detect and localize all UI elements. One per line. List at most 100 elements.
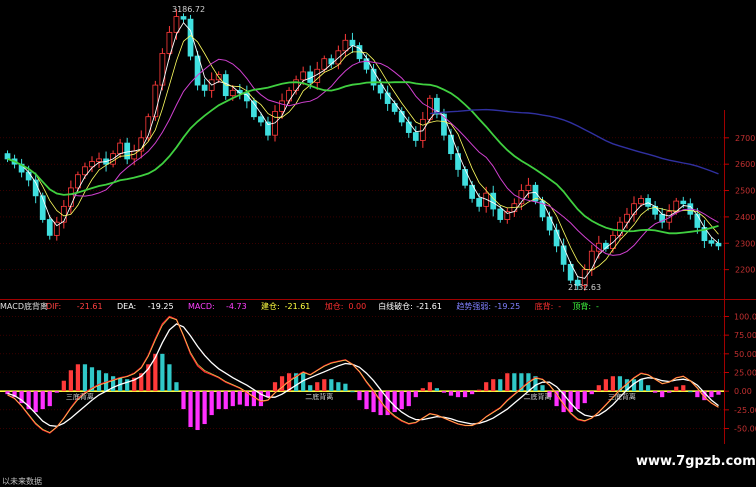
price-tick-label: 2300 xyxy=(735,239,755,248)
macd-bar xyxy=(209,391,214,416)
macd-bar xyxy=(695,391,700,398)
candle-body xyxy=(321,58,328,70)
candle-body xyxy=(25,171,32,181)
candle-body xyxy=(180,16,187,20)
legend-value: -19.25 xyxy=(148,302,174,311)
build-position-line xyxy=(7,317,719,433)
high-price-annotation: 3186.72 xyxy=(172,5,205,14)
candle-body xyxy=(631,203,637,215)
legend-value: - xyxy=(596,302,599,311)
macd-bar xyxy=(61,380,66,392)
macd-bar xyxy=(448,391,454,396)
candle-body xyxy=(342,39,349,52)
macd-bar xyxy=(505,373,510,392)
macd-legend: MACD底背离 DIF: -21.61 DEA: -19.25 MACD: -4.73 建仓… xyxy=(0,301,599,311)
macd-bar xyxy=(688,391,693,393)
candle-body xyxy=(525,184,532,191)
macd-bar xyxy=(82,364,88,392)
divergence-label: 二底背离 xyxy=(523,392,551,401)
legend-label: 趋势强弱: xyxy=(456,301,491,311)
candle-body xyxy=(638,198,644,205)
macd-bar xyxy=(47,391,52,407)
macd-bar xyxy=(167,364,172,392)
watermark: www.7gpzb.com xyxy=(636,454,756,469)
candle-body xyxy=(588,250,595,271)
candle-body xyxy=(4,153,11,160)
macd-bar xyxy=(308,385,313,392)
candle-body xyxy=(462,169,468,186)
macd-bar xyxy=(589,391,594,395)
legend-label: DIF: xyxy=(46,302,61,311)
macd-bar xyxy=(343,383,348,392)
candle-body xyxy=(117,142,124,155)
candle-body xyxy=(412,132,419,141)
macd-bar xyxy=(434,388,440,392)
macd-bar xyxy=(512,373,517,392)
macd-bar xyxy=(406,391,411,407)
legend-value: -21.61 xyxy=(416,302,442,311)
macd-bar xyxy=(603,379,608,392)
macd-panel-title: MACD底背离 xyxy=(0,301,48,311)
candle-body xyxy=(68,187,74,207)
candle-body xyxy=(349,39,356,46)
macd-bar xyxy=(216,391,221,410)
legend-value: 0.00 xyxy=(348,302,366,311)
price-tick-label: 2700 xyxy=(735,134,755,143)
macd-bar xyxy=(202,391,207,425)
macd-bar xyxy=(498,379,503,392)
macd-bar xyxy=(315,382,320,392)
macd-bar xyxy=(322,379,327,392)
candle-body xyxy=(279,100,285,112)
macd-bar xyxy=(188,391,193,428)
legend-value: -4.73 xyxy=(226,302,247,311)
macd-bar xyxy=(272,382,278,392)
macd-bar xyxy=(441,391,447,393)
macd-tick-label: -25.00 xyxy=(734,406,756,415)
macd-bar xyxy=(160,353,165,392)
candle-body xyxy=(286,89,292,102)
macd-bar xyxy=(350,391,355,393)
candle-body xyxy=(159,53,166,86)
candle-body xyxy=(173,16,180,33)
macd-bar xyxy=(174,382,179,392)
legend-label: DEA: xyxy=(117,302,136,311)
price-tick-label: 2200 xyxy=(735,266,755,275)
macd-bar xyxy=(540,385,545,392)
macd-y-axis: 100.00 75.00 50.00 25.00 0.00 -25.00 -50.00 xyxy=(724,300,756,444)
macd-bar xyxy=(230,391,235,407)
legend-label: 加仓: xyxy=(325,301,344,311)
macd-bar xyxy=(33,391,38,413)
price-tick-label: 2500 xyxy=(735,187,755,196)
macd-bar xyxy=(610,376,616,392)
macd-bar xyxy=(709,391,714,398)
macd-bar xyxy=(462,391,468,398)
candle-body xyxy=(553,229,560,247)
candle-body xyxy=(229,89,236,97)
macd-bar xyxy=(195,391,200,431)
macd-bar xyxy=(681,385,686,392)
candle-body xyxy=(46,219,53,236)
legend-label: 顶背: xyxy=(572,301,591,311)
macd-bar xyxy=(364,391,369,410)
macd-bar xyxy=(357,391,362,401)
macd-bar xyxy=(279,376,285,392)
macd-tick-label: 100.00 xyxy=(734,312,756,321)
candle-body xyxy=(124,142,131,160)
candle-body xyxy=(328,58,335,65)
legend-value: - xyxy=(558,302,561,311)
macd-bar xyxy=(399,391,404,410)
dea-line xyxy=(7,323,719,427)
macd-tick-label: -50.00 xyxy=(734,425,756,434)
macd-bar xyxy=(667,391,672,393)
price-tick-label: 2600 xyxy=(735,160,755,169)
stock-chart: 2200 2300 2400 2500 2600 2700 3186.72 2132.63… xyxy=(0,5,756,486)
macd-bar xyxy=(427,382,432,392)
macd-bar xyxy=(716,391,721,395)
divergence-label: 二底背离 xyxy=(305,392,333,401)
macd-bar xyxy=(181,391,186,410)
candle-body xyxy=(708,240,715,244)
candle-body xyxy=(490,192,497,210)
candle-body xyxy=(300,71,307,81)
candle-body xyxy=(258,116,264,123)
macd-bar xyxy=(125,379,130,392)
